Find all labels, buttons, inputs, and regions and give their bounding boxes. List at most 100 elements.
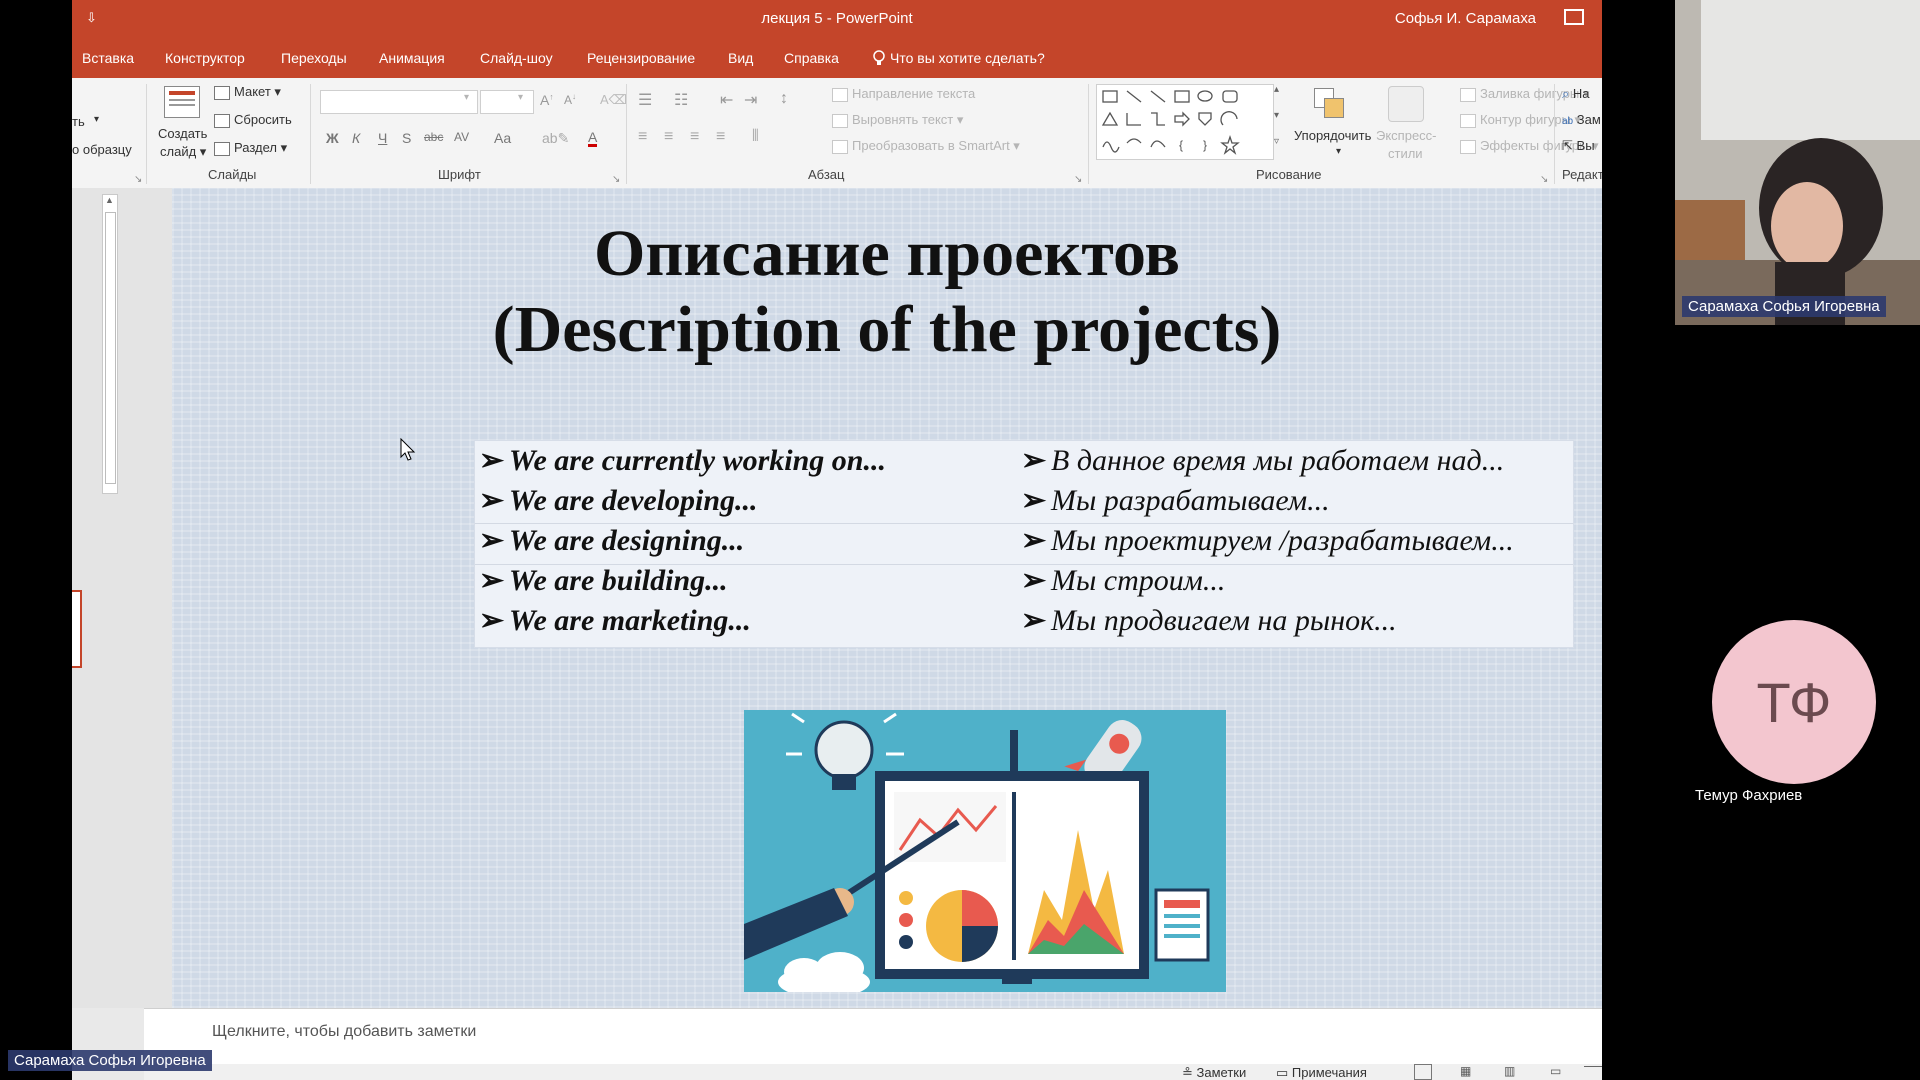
new-slide-icon[interactable]: [164, 86, 200, 118]
tab-view[interactable]: Вид: [728, 50, 753, 66]
replace-button[interactable]: ab Зам: [1562, 112, 1601, 127]
section-button[interactable]: Раздел ▾: [214, 140, 287, 156]
layout-button[interactable]: Макет ▾: [214, 84, 281, 100]
phrase-ru: Мы проектируем /разрабатываем...: [1051, 524, 1514, 557]
account-user-name[interactable]: Софья И. Сарамаха: [1395, 10, 1536, 27]
tab-help[interactable]: Справка: [784, 50, 839, 66]
drawing-launcher-icon[interactable]: ↘: [1540, 174, 1548, 185]
new-slide-label-2: слайд: [160, 144, 197, 159]
gallery-more-icon[interactable]: ▿: [1274, 136, 1279, 147]
bullets-icon[interactable]: ☰: [638, 90, 652, 110]
slideshow-icon[interactable]: ▭: [1550, 1064, 1561, 1078]
arrow-bullet-icon: ➢: [479, 484, 505, 517]
slide-title[interactable]: Описание проектов (Description of the pr…: [172, 216, 1602, 368]
underline-button[interactable]: Ч: [378, 130, 387, 146]
phrases-table[interactable]: ➢ We are currently working on... ➢ We are …: [474, 440, 1574, 648]
speaker-video-tile[interactable]: [1675, 0, 1920, 325]
shapes-gallery[interactable]: { }: [1096, 84, 1274, 160]
smartart-icon: [832, 139, 848, 154]
gallery-scroll-up-icon[interactable]: ▴: [1274, 84, 1279, 95]
arrange-button[interactable]: Упорядочить: [1294, 128, 1371, 143]
numbering-icon[interactable]: ☷: [674, 90, 688, 110]
paste-button[interactable]: ть: [72, 114, 85, 129]
paste-dropdown-icon[interactable]: ▾: [94, 114, 99, 125]
new-slide-button[interactable]: Создать: [158, 126, 207, 141]
shapes-gallery-icons: { }: [1101, 90, 1240, 155]
paragraph-launcher-icon[interactable]: ↘: [1074, 174, 1082, 185]
tab-review[interactable]: Рецензирование: [587, 50, 695, 66]
italic-button[interactable]: К: [352, 130, 360, 146]
replace-icon: ab: [1562, 116, 1574, 127]
select-label: Вы: [1576, 138, 1595, 153]
powerpoint-window: ⇩ лекция 5 - PowerPoint Софья И. Сарамах…: [72, 0, 1602, 1080]
arrow-bullet-icon: ➢: [1021, 484, 1047, 517]
text-direction-button[interactable]: Направление текста: [832, 86, 975, 102]
strikethrough-button[interactable]: abc: [424, 130, 443, 144]
tab-design[interactable]: Конструктор: [165, 50, 245, 66]
align-left-icon[interactable]: ≡: [638, 128, 647, 146]
participant-avatar[interactable]: ТФ: [1712, 620, 1876, 784]
ribbon: ть ▾ о образцу ↘ Создать слайд ▾ Макет ▾…: [72, 78, 1602, 189]
font-name-combobox[interactable]: [320, 90, 478, 114]
clipboard-launcher-icon[interactable]: ↘: [134, 174, 142, 185]
gallery-scroll-down-icon[interactable]: ▾: [1274, 110, 1279, 121]
tab-slideshow[interactable]: Слайд-шоу: [480, 50, 553, 66]
change-case-button[interactable]: Aa: [494, 130, 511, 146]
window-title: лекция 5 - PowerPoint: [761, 10, 913, 27]
quick-styles-icon[interactable]: [1388, 86, 1424, 122]
increase-indent-icon[interactable]: ⇥: [744, 90, 757, 110]
normal-view-icon[interactable]: [1414, 1064, 1432, 1080]
notes-placeholder[interactable]: Щелкните, чтобы добавить заметки: [212, 1023, 476, 1041]
selected-slide-thumbnail[interactable]: [72, 590, 82, 668]
scroll-up-arrow-icon[interactable]: ▲: [105, 195, 114, 205]
line-spacing-icon[interactable]: ↕: [780, 90, 788, 108]
tell-me-search[interactable]: Что вы хотите сделать?: [872, 50, 1045, 66]
reading-view-icon[interactable]: ▥: [1504, 1064, 1515, 1078]
align-right-icon[interactable]: ≡: [690, 128, 699, 146]
convert-smartart-button[interactable]: Преобразовать в SmartArt ▾: [832, 138, 1020, 154]
arrange-icon[interactable]: [1312, 86, 1346, 120]
tab-insert[interactable]: Вставка: [82, 50, 134, 66]
presentation-illustration[interactable]: [744, 710, 1226, 992]
list-item: ➢ Мы продвигаем на рынок...: [1021, 601, 1569, 641]
align-text-button[interactable]: Выровнять текст ▾: [832, 112, 963, 128]
character-spacing-button[interactable]: AV: [454, 130, 469, 144]
list-item: ➢ We are building...: [475, 561, 1015, 601]
font-launcher-icon[interactable]: ↘: [612, 174, 620, 185]
reset-icon: [214, 113, 230, 128]
decrease-indent-icon[interactable]: ⇤: [720, 90, 733, 110]
zoom-slider[interactable]: [1584, 1066, 1602, 1067]
comments-button[interactable]: ▭ Примечания: [1276, 1065, 1367, 1080]
slide-sorter-icon[interactable]: ▦: [1460, 1064, 1471, 1078]
reset-button[interactable]: Сбросить: [214, 112, 292, 128]
select-button[interactable]: ⇱ Вы: [1562, 138, 1595, 154]
columns-icon[interactable]: ⫴: [752, 128, 759, 146]
arrange-dropdown-icon[interactable]: ▾: [1336, 146, 1341, 157]
font-size-combobox[interactable]: [480, 90, 534, 114]
font-size-dropdown-icon[interactable]: ▾: [518, 92, 523, 103]
new-slide-dropdown[interactable]: слайд ▾: [160, 144, 206, 160]
format-painter-button[interactable]: о образцу: [72, 142, 132, 157]
quick-styles-button[interactable]: Экспресс-: [1376, 128, 1437, 143]
tab-transitions[interactable]: Переходы: [281, 50, 347, 66]
text-shadow-button[interactable]: S: [402, 130, 411, 146]
slide-canvas[interactable]: Описание проектов (Description of the pr…: [172, 188, 1602, 1008]
font-name-dropdown-icon[interactable]: ▾: [464, 92, 469, 103]
notes-pane[interactable]: Щелкните, чтобы добавить заметки: [144, 1008, 1602, 1065]
font-color-button[interactable]: A: [588, 130, 598, 147]
slide-thumbnail-pane[interactable]: ▲: [72, 188, 172, 1008]
notes-toggle-button[interactable]: ≗ Заметки: [1182, 1065, 1246, 1080]
bold-button[interactable]: Ж: [326, 130, 339, 146]
scrollbar-thumb[interactable]: [105, 212, 116, 484]
list-item: ➢ We are marketing...: [475, 601, 1015, 641]
align-text-icon: [832, 113, 848, 128]
clear-formatting-icon[interactable]: A⌫: [600, 92, 627, 108]
highlight-icon[interactable]: ab✎: [542, 130, 569, 147]
ribbon-display-options-icon[interactable]: [1564, 9, 1584, 25]
decrease-font-icon[interactable]: A↓: [564, 92, 576, 107]
increase-font-icon[interactable]: A↑: [540, 92, 553, 108]
tab-animations[interactable]: Анимация: [379, 50, 445, 66]
justify-icon[interactable]: ≡: [716, 128, 725, 146]
find-button[interactable]: ⌕ На: [1562, 86, 1590, 102]
align-center-icon[interactable]: ≡: [664, 128, 673, 146]
